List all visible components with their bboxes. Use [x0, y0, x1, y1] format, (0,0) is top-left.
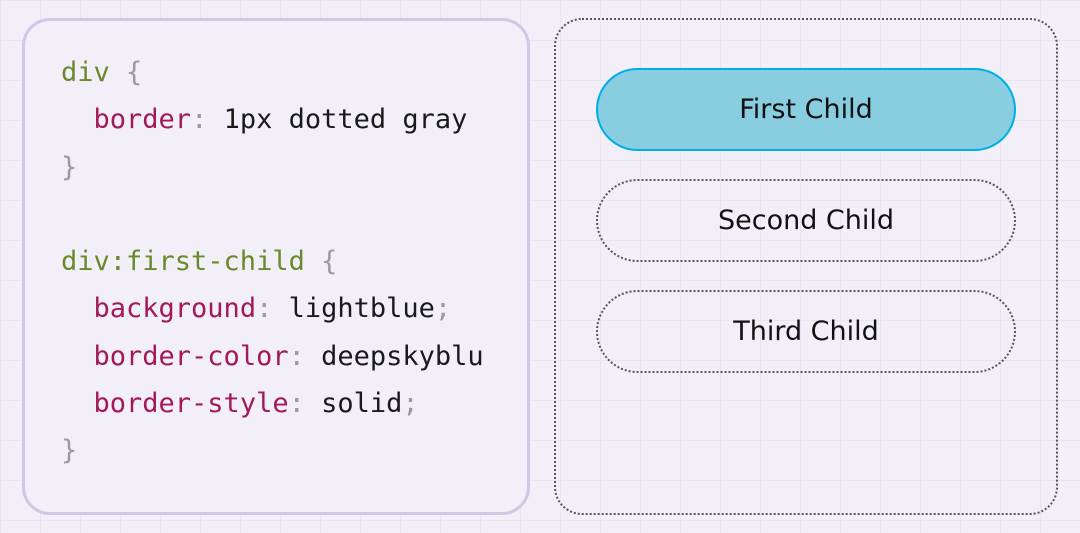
brace-close: }	[61, 152, 77, 183]
second-child-box: Second Child	[596, 179, 1016, 262]
demo-output-panel: First Child Second Child Third Child	[554, 18, 1058, 515]
first-child-label: First Child	[739, 94, 873, 125]
value-border: 1px dotted gray	[224, 104, 468, 135]
colon: :	[191, 104, 207, 135]
second-child-label: Second Child	[718, 205, 894, 236]
first-child-box: First Child	[596, 68, 1016, 151]
property-border-color: border-color	[94, 341, 289, 372]
third-child-label: Third Child	[733, 316, 879, 347]
selector-div: div	[61, 57, 110, 88]
selector-div-first-child: div:first-child	[61, 246, 305, 277]
semicolon: ;	[435, 293, 451, 324]
colon: :	[289, 388, 305, 419]
property-border-style: border-style	[94, 388, 289, 419]
css-code-panel: div { border: 1px dotted gray } div:firs…	[22, 18, 530, 515]
brace-close: }	[61, 435, 77, 466]
value-border-style: solid	[321, 388, 402, 419]
value-background: lightblue	[289, 293, 435, 324]
brace-open: {	[321, 246, 337, 277]
semicolon: ;	[402, 388, 418, 419]
brace-open: {	[126, 57, 142, 88]
property-background: background	[94, 293, 257, 324]
colon: :	[256, 293, 272, 324]
value-border-color: deepskyblu	[321, 341, 484, 372]
property-border: border	[94, 104, 192, 135]
third-child-box: Third Child	[596, 290, 1016, 373]
colon: :	[289, 341, 305, 372]
